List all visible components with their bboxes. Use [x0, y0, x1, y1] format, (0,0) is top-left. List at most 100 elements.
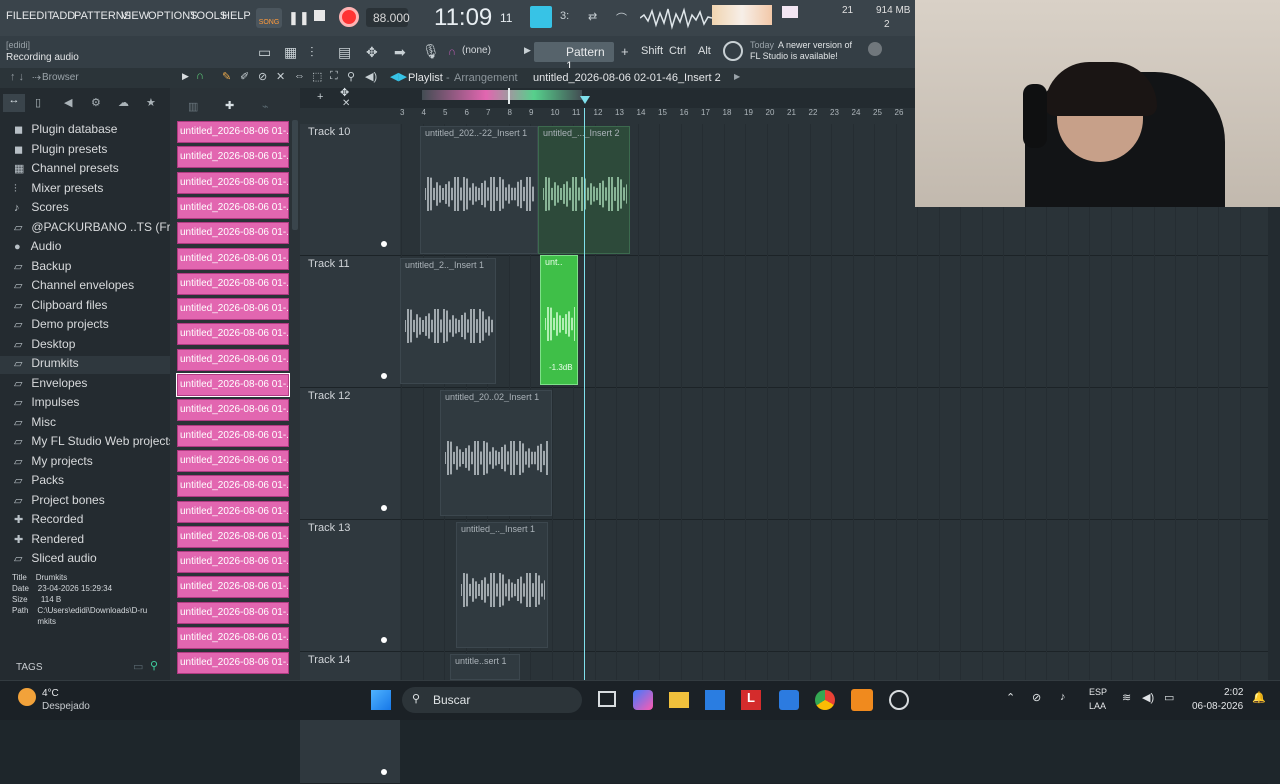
picker-icon-3[interactable]: ⌁ — [262, 100, 269, 113]
tray-hidden-icon[interactable]: ⊘ — [1032, 691, 1041, 704]
app-circle-icon[interactable] — [889, 690, 909, 710]
lang-code[interactable]: ESP — [1089, 687, 1107, 697]
audio-clip[interactable]: untitle..sert 1 — [450, 654, 520, 680]
pattern-selector[interactable]: Pattern 1 — [534, 42, 614, 73]
slip-tool-icon[interactable]: ⇔ — [294, 70, 305, 82]
menu-view[interactable]: VIEW — [121, 10, 149, 22]
browser-menu-icon[interactable]: ⇢ — [32, 71, 41, 84]
clip-list-item[interactable]: untitled_2026-08-06 01-... — [177, 323, 289, 346]
browser-item[interactable]: ▱ Sliced audio — [14, 551, 97, 569]
store-icon[interactable] — [705, 690, 725, 710]
track-header[interactable]: Track 12 — [300, 388, 400, 520]
browser-item[interactable]: ▱ My FL Studio Web projects — [14, 434, 175, 452]
loop-record-icon[interactable]: ⇄ — [588, 10, 597, 23]
menu-help[interactable]: HELP — [222, 10, 251, 22]
browser-item[interactable]: ▱ Project bones — [14, 493, 105, 511]
mixer-icon[interactable]: ⫶ — [310, 44, 314, 61]
clip-list-item[interactable]: untitled_2026-08-06 01-... — [177, 348, 289, 371]
picker-icon-2[interactable]: ✚ — [225, 99, 234, 112]
track-dot-icon[interactable] — [381, 505, 387, 511]
menu-file[interactable]: FILE — [6, 10, 29, 22]
arrow-right-icon[interactable]: ➡ — [394, 44, 406, 61]
tray-chevron-icon[interactable]: ⌃ — [1006, 691, 1015, 704]
playhead-marker[interactable] — [580, 96, 590, 104]
pattern-song-icon[interactable] — [530, 6, 552, 28]
browser-item[interactable]: ▱ Demo projects — [14, 317, 109, 335]
picker-scrollbar[interactable] — [292, 120, 298, 230]
browser-item[interactable]: ▱ Desktop — [14, 337, 75, 355]
playlist-icon[interactable]: ▭ — [258, 44, 271, 61]
task-view-icon[interactable] — [598, 691, 616, 707]
windows-start-icon[interactable] — [371, 690, 391, 710]
ctrl-key[interactable]: Ctrl — [669, 45, 686, 57]
files-icon[interactable]: ▯ — [35, 96, 41, 109]
fl-studio-icon[interactable] — [851, 689, 873, 711]
clock-date[interactable]: 06-08-2026 — [1192, 701, 1243, 712]
clip-list-item[interactable]: untitled_2026-08-06 01-... — [177, 551, 289, 574]
browser-item[interactable]: ◼ Plugin presets — [14, 142, 107, 160]
chrome-icon[interactable] — [815, 690, 835, 710]
play-arrow-icon[interactable]: ▶ — [524, 45, 531, 56]
taskbar-search[interactable]: ⚲ Buscar — [402, 687, 582, 713]
browser-item[interactable]: ♪ Scores — [14, 200, 69, 218]
browser-item[interactable]: ▱ Clipboard files — [14, 298, 107, 316]
add-track-icon[interactable]: + — [317, 91, 323, 103]
browser-collapse-icon[interactable]: ↔ — [3, 94, 25, 112]
menu-edit[interactable]: EDIT — [29, 10, 54, 22]
track-header[interactable]: Track 10 — [300, 124, 400, 256]
clip-list-item[interactable]: untitled_2026-08-06 01-... — [177, 146, 289, 169]
clip-list-item[interactable]: untitled_2026-08-06 01-... — [177, 247, 289, 270]
mail-icon[interactable] — [779, 690, 799, 710]
none-selector[interactable]: (none) — [462, 45, 491, 56]
nav-arrows-icon[interactable]: ↑ ↓ — [10, 71, 24, 83]
favorites-icon[interactable]: ★ — [146, 96, 156, 109]
clip-list-item[interactable]: untitled_2026-08-06 01-... — [177, 525, 289, 548]
overview-bar[interactable] — [422, 90, 582, 100]
audio-clip[interactable]: untitled_202..-22_Insert 1 — [420, 126, 538, 254]
audio-clip[interactable]: untitled_2.._Insert 1 — [400, 258, 496, 384]
browser-item[interactable]: ▱ Impulses — [14, 395, 79, 413]
account-icon[interactable] — [868, 42, 882, 56]
shift-key[interactable]: Shift — [641, 45, 663, 57]
browser-item[interactable]: ▱ Channel envelopes — [14, 278, 134, 296]
browser-item[interactable]: ▱ Packs — [14, 473, 64, 491]
slice-tool-icon[interactable]: ⬚ — [312, 70, 322, 83]
clip-list-item[interactable]: untitled_2026-08-06 01-... — [177, 475, 289, 498]
clip-list-item[interactable]: untitled_2026-08-06 01-... — [177, 449, 289, 472]
menu-add[interactable]: ADD — [52, 10, 75, 22]
explorer-icon[interactable] — [669, 692, 689, 708]
weather-temp[interactable]: 4°C — [42, 688, 59, 699]
paint-tool-icon[interactable]: ✐ — [240, 70, 249, 83]
weather-text[interactable]: Despejado — [42, 701, 90, 712]
tray-mic-icon[interactable]: ♪ — [1060, 691, 1066, 703]
clip-list-item[interactable]: untitled_2026-08-06 01-... — [177, 121, 289, 143]
record-button[interactable] — [339, 7, 359, 27]
browser-item[interactable]: ⫶ Mixer presets — [14, 181, 103, 199]
track-dot-icon[interactable] — [381, 769, 387, 775]
browser-item[interactable]: ▦ Channel presets — [14, 161, 119, 179]
battery-icon[interactable]: ▭ — [1164, 691, 1174, 704]
tempo-display[interactable]: 88.000 — [366, 8, 410, 27]
browser-item[interactable]: ✚ Rendered — [14, 532, 84, 550]
clip-list-item[interactable]: untitled_2026-08-06 01-... — [177, 196, 289, 219]
browser-item[interactable]: ▱ Drumkits — [0, 356, 170, 374]
channel-rack-icon[interactable]: ▦ — [284, 44, 297, 61]
clip-list-item[interactable]: untitled_2026-08-06 01-... — [177, 627, 289, 649]
clip-list-item[interactable]: untitled_2026-08-06 01-... — [177, 576, 289, 599]
search-icon[interactable]: ⚲ — [150, 659, 158, 672]
copilot-icon[interactable] — [633, 690, 653, 710]
notification-bell-icon[interactable]: 🔔 — [1252, 691, 1266, 704]
weather-icon[interactable] — [18, 688, 36, 706]
link-icon[interactable]: ∩ — [448, 46, 456, 58]
clock-time[interactable]: 2:02 — [1224, 687, 1243, 698]
browser-item[interactable]: ▱ My projects — [14, 454, 93, 472]
magnet-icon[interactable]: ∩ — [196, 70, 204, 82]
piano-roll-icon[interactable]: ▤ — [338, 44, 351, 61]
track-dot-icon[interactable] — [381, 637, 387, 643]
wait-icon[interactable]: ⌒ — [616, 10, 627, 26]
clip-list-item[interactable]: untitled_2026-08-06 01-... — [177, 399, 289, 422]
tag-icon[interactable]: ▭ — [133, 660, 143, 673]
clip-list-item[interactable]: untitled_2026-08-06 01-... — [177, 601, 289, 624]
clip-list-item[interactable]: untitled_2026-08-06 01-... — [177, 424, 289, 447]
speaker-icon[interactable]: ◀ — [64, 96, 72, 109]
